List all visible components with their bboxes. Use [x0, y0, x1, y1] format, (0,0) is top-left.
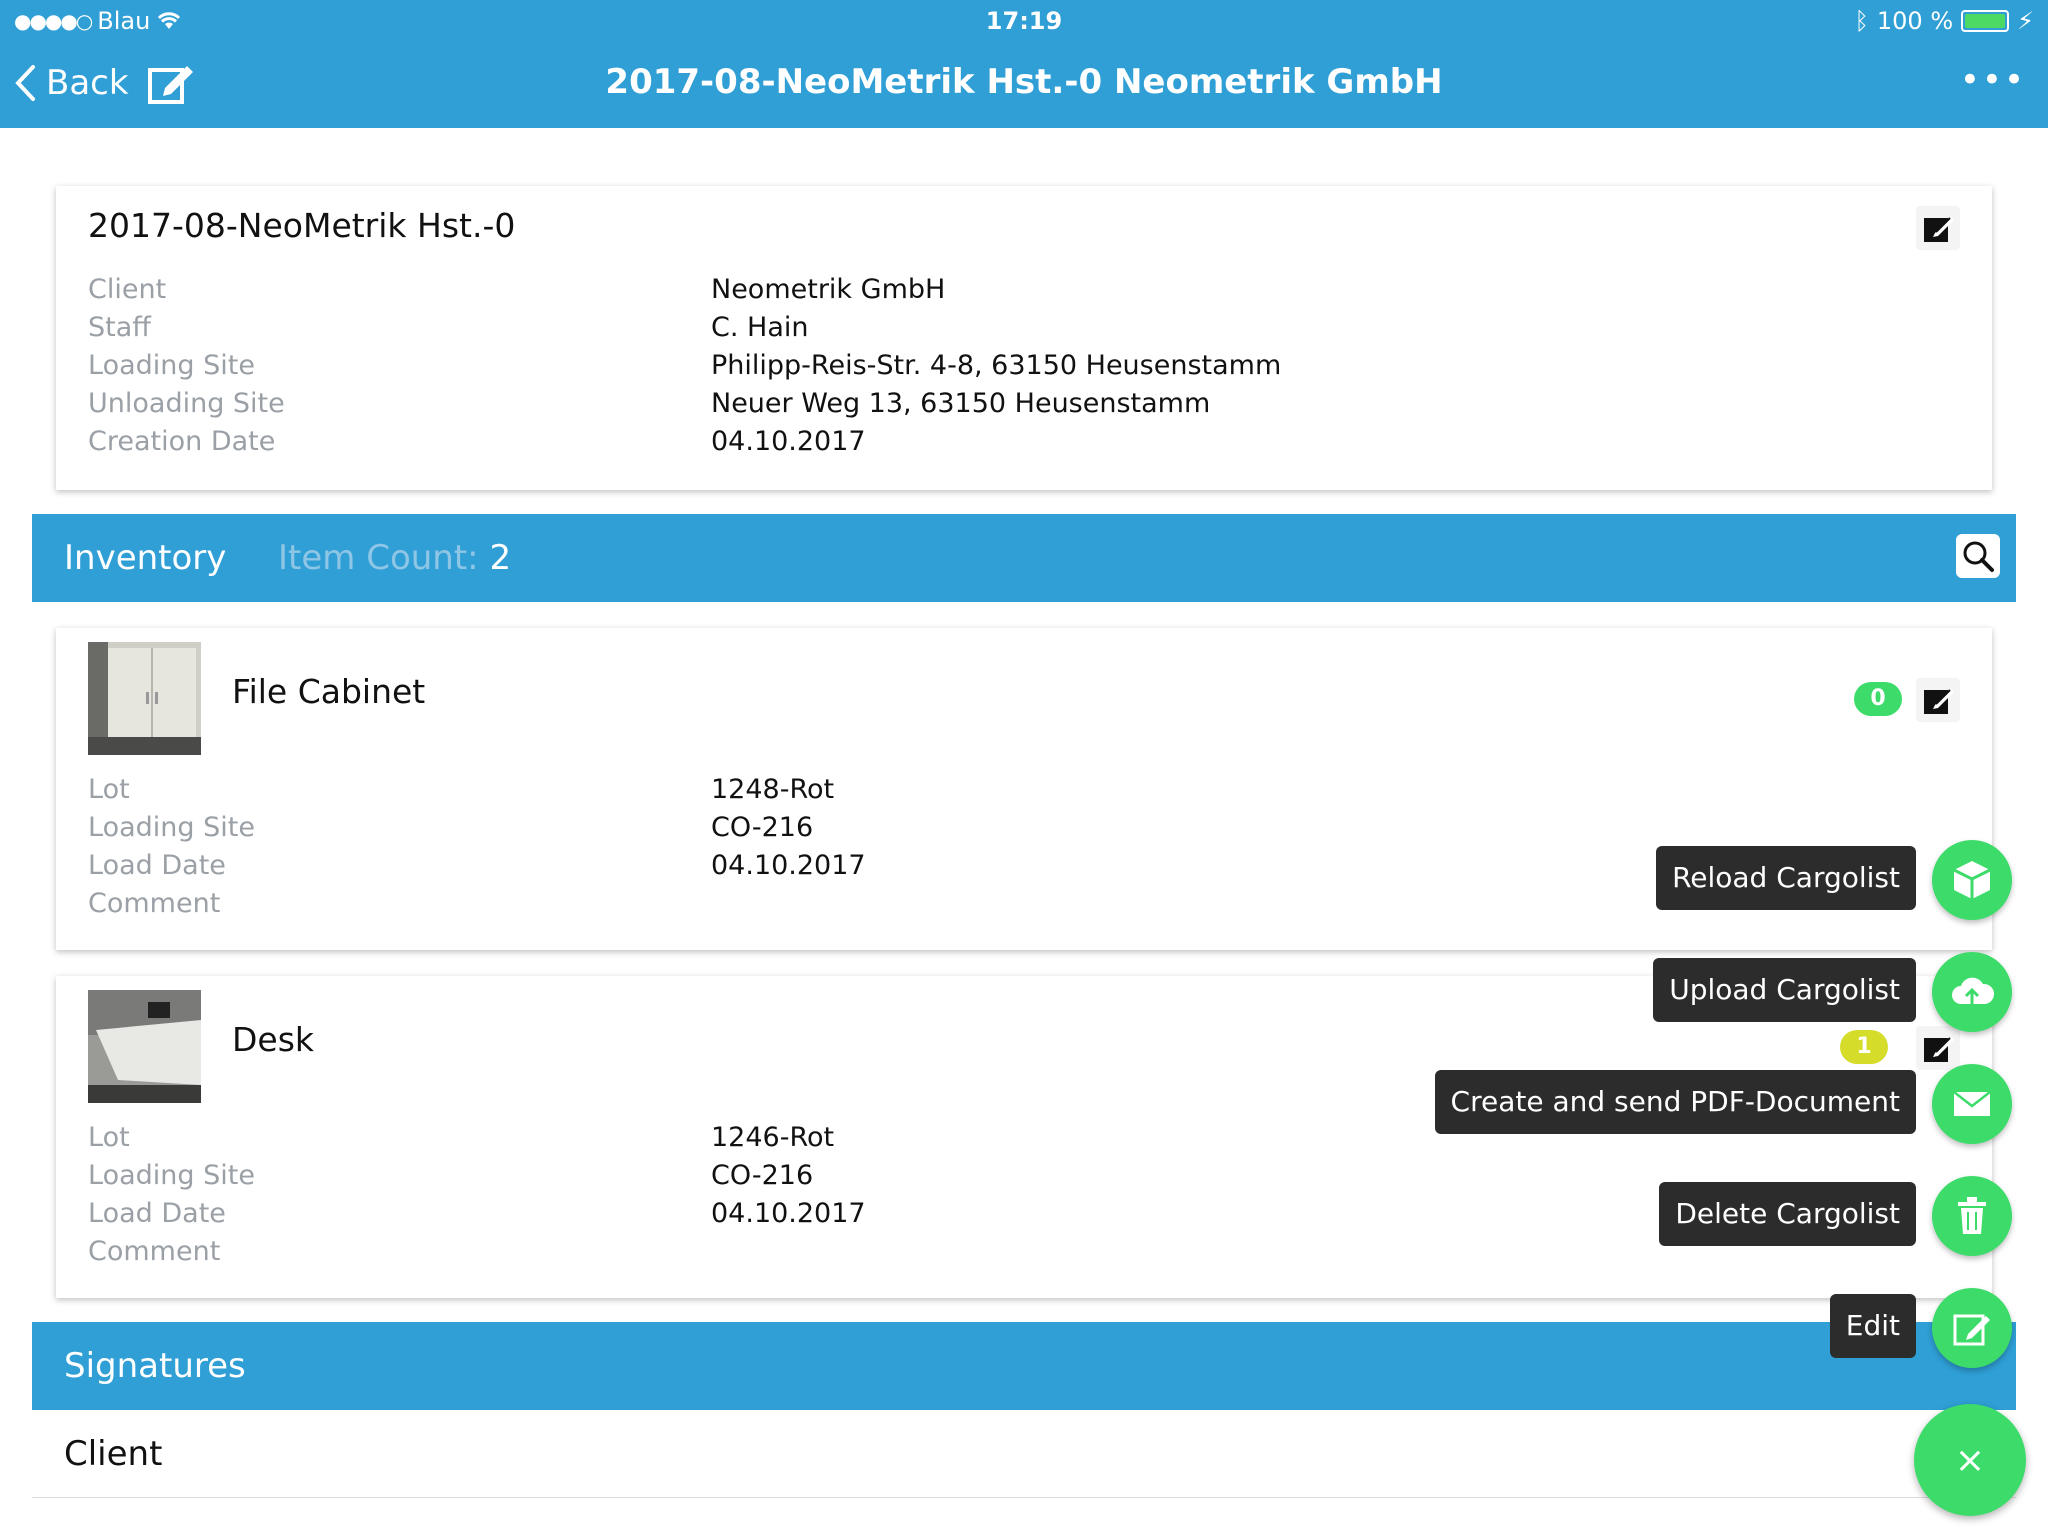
client-signature-label: Client — [64, 1434, 163, 1474]
upload-cargolist-button[interactable] — [1932, 952, 2012, 1032]
lot-value: 1246-Rot — [711, 1122, 835, 1153]
signatures-header: Signatures — [32, 1322, 2016, 1410]
inventory-title: Inventory — [64, 538, 227, 578]
reload-cargolist-button[interactable] — [1932, 840, 2012, 920]
inventory-header: Inventory Item Count: 2 — [32, 514, 2016, 602]
item-count: Item Count: 2 — [278, 538, 511, 578]
creation-date-value: 04.10.2017 — [711, 426, 866, 457]
loading-site-label: Loading Site — [88, 812, 255, 843]
status-bar: ●●●●○ Blau 17:19 ᛒ 100 % ⚡ — [0, 0, 2048, 42]
create-pdf-label[interactable]: Create and send PDF-Document — [1434, 1070, 1916, 1134]
loading-site-value: CO-216 — [711, 1160, 814, 1191]
staff-label: Staff — [88, 312, 151, 343]
client-signature-row[interactable]: Client — [32, 1410, 2016, 1498]
battery-icon — [1961, 10, 2010, 32]
lot-value: 1248-Rot — [711, 774, 835, 805]
edit-button[interactable] — [1932, 1288, 2012, 1368]
cargolist-title: 2017-08-NeoMetrik Hst.-0 — [88, 206, 516, 245]
unloading-site-label: Unloading Site — [88, 388, 285, 419]
cloud-upload-icon — [1952, 977, 1995, 1006]
item-name: Desk — [232, 1020, 315, 1059]
nav-bar: Back 2017-08-NeoMetrik Hst.-0 Neometrik … — [0, 42, 2048, 128]
loading-site-label: Loading Site — [88, 1160, 255, 1191]
desk-photo — [88, 990, 201, 1103]
signatures-title: Signatures — [64, 1346, 246, 1386]
edit-icon — [1924, 1037, 1954, 1062]
comment-label: Comment — [88, 1236, 221, 1267]
cube-icon — [1953, 861, 1991, 899]
unloading-site-value: Neuer Weg 13, 63150 Heusenstamm — [711, 388, 1211, 419]
battery-percent: 100 % — [1876, 7, 1954, 35]
close-icon: × — [1954, 1439, 1986, 1481]
load-date-value: 04.10.2017 — [711, 1198, 866, 1229]
search-button[interactable] — [1956, 534, 2000, 578]
loading-site-value: Philipp-Reis-Str. 4-8, 63150 Heusenstamm — [711, 350, 1282, 381]
envelope-icon — [1953, 1091, 1991, 1116]
page-title: 2017-08-NeoMetrik Hst.-0 Neometrik GmbH — [605, 62, 1443, 102]
delete-cargolist-button[interactable] — [1932, 1176, 2012, 1256]
photo-count-badge: 1 — [1840, 1030, 1888, 1064]
client-value: Neometrik GmbH — [711, 274, 946, 305]
file-cabinet-photo — [88, 642, 201, 755]
search-icon — [1963, 541, 1994, 572]
lot-label: Lot — [88, 1122, 130, 1153]
close-menu-button[interactable]: × — [1914, 1404, 2026, 1516]
edit-icon — [1924, 217, 1954, 242]
bluetooth-icon: ᛒ — [1854, 7, 1869, 35]
top-bar: ●●●●○ Blau 17:19 ᛒ 100 % ⚡ Back 2017-08-… — [0, 0, 2048, 128]
lot-label: Lot — [88, 774, 130, 805]
loading-site-label: Loading Site — [88, 350, 255, 381]
delete-cargolist-label[interactable]: Delete Cargolist — [1659, 1182, 1916, 1246]
reload-cargolist-label[interactable]: Reload Cargolist — [1656, 846, 1916, 910]
load-date-label: Load Date — [88, 1198, 226, 1229]
load-date-label: Load Date — [88, 850, 226, 881]
creation-date-label: Creation Date — [88, 426, 276, 457]
inventory-item-card[interactable]: Desk 1 Lot 1246-Rot Loading Site CO-216 … — [56, 976, 1992, 1298]
item-count-value: 2 — [489, 538, 512, 578]
create-pdf-button[interactable] — [1932, 1064, 2012, 1144]
edit-label[interactable]: Edit — [1829, 1294, 1916, 1358]
comment-label: Comment — [88, 888, 221, 919]
edit-item-button[interactable] — [1916, 1026, 1960, 1070]
status-time: 17:19 — [985, 7, 1063, 35]
edit-icon — [1953, 1314, 1990, 1346]
edit-icon — [1924, 689, 1954, 714]
edit-item-button[interactable] — [1916, 678, 1960, 722]
photo-count-badge: 0 — [1854, 682, 1902, 716]
staff-value: C. Hain — [711, 312, 809, 343]
edit-cargolist-button[interactable] — [1916, 206, 1960, 250]
charging-icon: ⚡ — [2017, 7, 2034, 35]
item-count-label: Item Count: — [278, 538, 479, 578]
trash-icon — [1958, 1197, 1986, 1234]
loading-site-value: CO-216 — [711, 812, 814, 843]
status-right: ᛒ 100 % ⚡ — [1854, 7, 2034, 35]
item-name: File Cabinet — [232, 672, 426, 711]
client-label: Client — [88, 274, 167, 305]
more-options-icon[interactable]: ••• — [1960, 60, 2026, 100]
upload-cargolist-label[interactable]: Upload Cargolist — [1653, 958, 1916, 1022]
cargolist-info-card: 2017-08-NeoMetrik Hst.-0 Client Neometri… — [56, 186, 1992, 490]
load-date-value: 04.10.2017 — [711, 850, 866, 881]
